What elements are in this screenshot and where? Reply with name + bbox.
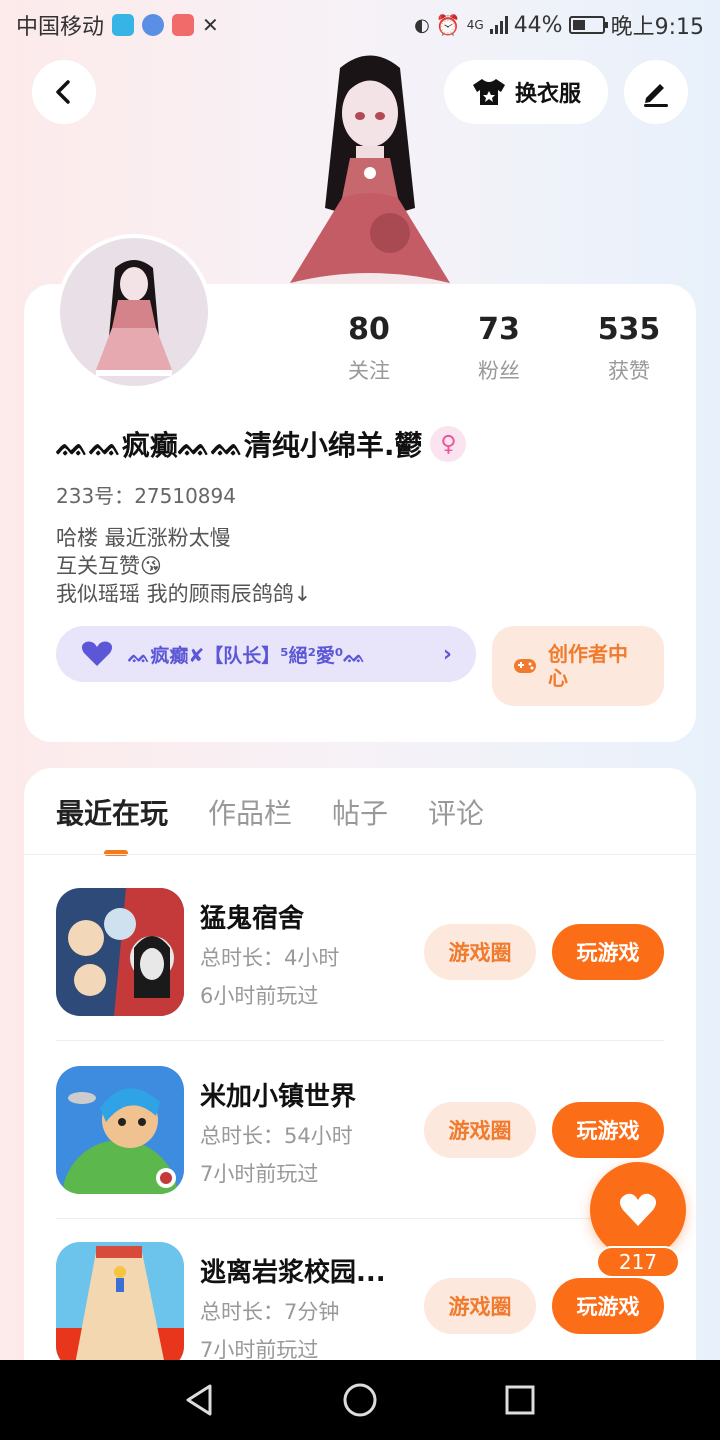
heart-icon xyxy=(619,1193,657,1226)
network-type: 4G xyxy=(466,18,484,32)
divider xyxy=(56,1218,664,1219)
user-id-label: 233号： xyxy=(56,484,135,508)
nfc-icon: ◐ xyxy=(414,14,430,36)
play-game-button[interactable]: 玩游戏 xyxy=(552,1278,664,1334)
play-game-button[interactable]: 玩游戏 xyxy=(552,924,664,980)
guild-badge[interactable]: ᨐ疯癫✘【队长】⁵絕²愛⁰ᨐ › xyxy=(56,626,476,682)
home-icon[interactable] xyxy=(342,1382,378,1418)
stats-row: 80 关注 73 粉丝 535 获赞 xyxy=(304,312,694,385)
bio-line: 互关互赞😘 xyxy=(56,554,162,578)
bio-line: 哈楼 最近涨粉太慢 xyxy=(56,526,231,550)
creator-center-label: 创作者中心 xyxy=(548,642,628,690)
back-icon[interactable] xyxy=(182,1382,218,1418)
missed-call-icon: ✕ xyxy=(202,13,219,37)
game-icon xyxy=(56,1066,184,1194)
games-section: 最近在玩 作品栏 帖子 评论 猛鬼宿舍 总时长：4小时 6小时前玩过 游戏圈 玩… xyxy=(24,768,696,1408)
status-bar: 中国移动 ✕ ◐ ⏰ 4G 44% 晚上9:15 xyxy=(0,0,720,50)
game-circle-button[interactable]: 游戏圈 xyxy=(424,1102,536,1158)
edit-profile-button[interactable] xyxy=(624,60,688,124)
app-notification-icon xyxy=(112,14,135,36)
battery-icon xyxy=(568,16,608,34)
app-notification-icon xyxy=(142,14,165,36)
list-item[interactable]: 米加小镇世界 总时长：54小时 7小时前玩过 游戏圈 玩游戏 xyxy=(56,1066,664,1242)
nickname-text: ᨐᨐ疯癫ᨐᨐ清纯小绵羊.鬰 xyxy=(56,429,423,462)
battery-percent: 44% xyxy=(513,12,563,38)
chevron-right-icon: › xyxy=(442,641,452,667)
change-outfit-button[interactable]: 换衣服 xyxy=(444,60,608,124)
app-notification-icon xyxy=(172,14,195,36)
divider xyxy=(56,1040,664,1041)
like-button[interactable] xyxy=(590,1162,686,1258)
pen-icon xyxy=(644,84,668,107)
stat-label: 粉丝 xyxy=(478,359,520,383)
guild-name: ᨐ疯癫✘【队长】⁵絕²愛⁰ᨐ xyxy=(128,644,366,667)
game-name: 米加小镇世界 xyxy=(200,1082,357,1112)
change-outfit-label: 换衣服 xyxy=(514,82,581,107)
game-icon xyxy=(56,888,184,1016)
game-last-played: 7小时前玩过 xyxy=(200,1162,319,1186)
avatar[interactable] xyxy=(56,234,212,390)
game-circle-button[interactable]: 游戏圈 xyxy=(424,1278,536,1334)
profile-tabs: 最近在玩 作品栏 帖子 评论 xyxy=(56,792,484,832)
game-duration: 总时长：7分钟 xyxy=(200,1300,340,1324)
back-button[interactable] xyxy=(32,60,96,124)
user-id-value: 27510894 xyxy=(134,484,236,508)
tab-recently-played[interactable]: 最近在玩 xyxy=(56,792,168,832)
divider xyxy=(24,854,696,855)
game-duration: 总时长：4小时 xyxy=(200,946,340,970)
clock: 晚上9:15 xyxy=(610,15,704,40)
stat-following[interactable]: 80 关注 xyxy=(304,312,434,385)
like-count: 217 xyxy=(596,1246,680,1278)
shirt-icon xyxy=(472,79,505,105)
play-game-button[interactable]: 玩游戏 xyxy=(552,1102,664,1158)
game-last-played: 6小时前玩过 xyxy=(200,984,319,1008)
tab-indicator xyxy=(104,850,128,856)
character-avatar-figure xyxy=(280,48,460,288)
carrier-label: 中国移动 xyxy=(16,15,105,40)
game-duration: 总时长：54小时 xyxy=(200,1124,353,1148)
recent-apps-icon[interactable] xyxy=(502,1382,538,1418)
tab-posts[interactable]: 帖子 xyxy=(332,792,388,832)
stat-label: 关注 xyxy=(348,359,390,383)
system-nav-bar xyxy=(0,1360,720,1440)
game-name: 猛鬼宿舍 xyxy=(200,904,305,934)
tab-works[interactable]: 作品栏 xyxy=(208,792,292,832)
game-name: 逃离岩浆校园... xyxy=(200,1258,386,1288)
stat-value: 535 xyxy=(597,312,661,347)
game-icon xyxy=(56,1242,184,1370)
nickname: ᨐᨐ疯癫ᨐᨐ清纯小绵羊.鬰 ♀ xyxy=(56,424,467,464)
alarm-icon: ⏰ xyxy=(435,13,461,37)
bio-line: 我似瑶瑶 我的顾雨辰鸽鸽↓ xyxy=(56,582,312,606)
female-icon: ♀ xyxy=(430,426,467,462)
bio: 哈楼 最近涨粉太慢 互关互赞😘 我似瑶瑶 我的顾雨辰鸽鸽↓ xyxy=(56,524,311,608)
list-item[interactable]: 猛鬼宿舍 总时长：4小时 6小时前玩过 游戏圈 玩游戏 xyxy=(56,888,664,1064)
gamepad-icon xyxy=(514,659,536,673)
stat-likes[interactable]: 535 获赞 xyxy=(564,312,694,385)
user-id: 233号：27510894 xyxy=(56,480,236,509)
creator-center-button[interactable]: 创作者中心 xyxy=(492,626,664,706)
stat-value: 73 xyxy=(478,312,520,347)
stat-followers[interactable]: 73 粉丝 xyxy=(434,312,564,385)
stat-label: 获赞 xyxy=(608,359,650,383)
tab-comments[interactable]: 评论 xyxy=(428,792,484,832)
chevron-left-icon xyxy=(56,80,70,104)
stat-value: 80 xyxy=(348,312,390,347)
game-circle-button[interactable]: 游戏圈 xyxy=(424,924,536,980)
signal-icon xyxy=(489,16,508,34)
heart-icon xyxy=(81,641,113,666)
